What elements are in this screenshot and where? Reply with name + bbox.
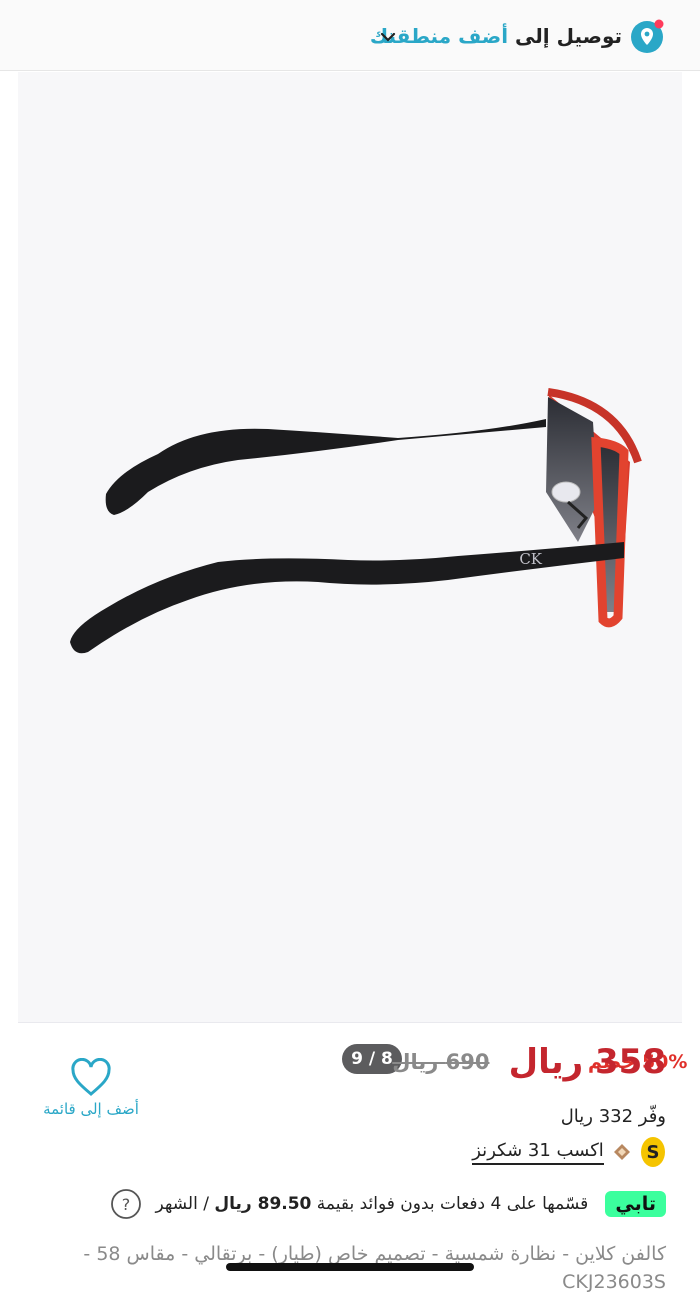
shukran-icon: S <box>641 1137 665 1167</box>
add-to-list-button[interactable]: أضف إلى قائمة <box>38 1058 144 1118</box>
svg-text:S: S <box>647 1142 660 1163</box>
installments-row[interactable]: تابي قسّمها على 4 دفعات بدون فوائد بقيمة… <box>110 1188 666 1226</box>
installments-suffix: / الشهر <box>155 1194 209 1214</box>
svg-text:?: ? <box>122 1195 131 1214</box>
old-price: 690 ريال <box>392 1050 490 1074</box>
sunglasses-image: CK <box>70 388 642 654</box>
delivery-bar[interactable]: توصيل إلى أضف منطقتك <box>0 0 700 71</box>
help-icon[interactable]: ? <box>110 1188 142 1220</box>
chevron-down-icon[interactable] <box>380 31 396 43</box>
cashback-row[interactable]: S اكسب 31 شكرنز <box>472 1136 666 1168</box>
location-pin-icon <box>631 19 664 53</box>
delivery-prefix: توصيل إلى <box>515 24 622 48</box>
heart-icon <box>71 1058 111 1096</box>
current-price: 358 ريال <box>508 1042 666 1082</box>
installments-prefix: قسّمها على 4 دفعات بدون فوائد بقيمة <box>316 1194 589 1214</box>
cashback-link[interactable]: اكسب 31 شكرنز <box>472 1140 604 1165</box>
delivery-label[interactable]: توصيل إلى أضف منطقتك <box>370 24 622 48</box>
tabby-logo: تابي <box>605 1191 666 1217</box>
wishlist-label: أضف إلى قائمة <box>43 1100 139 1118</box>
product-image-gallery[interactable]: CK 9 / 8 50% خصم <box>18 72 698 1080</box>
diamond-icon <box>613 1144 630 1160</box>
svg-text:CK: CK <box>519 550 542 568</box>
price-block: 358 ريال 690 ريال <box>392 1042 666 1082</box>
installments-text: قسّمها على 4 دفعات بدون فوائد بقيمة 89.5… <box>156 1194 589 1214</box>
home-indicator[interactable] <box>226 1263 474 1271</box>
installments-amount: 89.50 ريال <box>214 1194 312 1214</box>
savings-text: وفّر 332 ريال <box>560 1106 666 1127</box>
